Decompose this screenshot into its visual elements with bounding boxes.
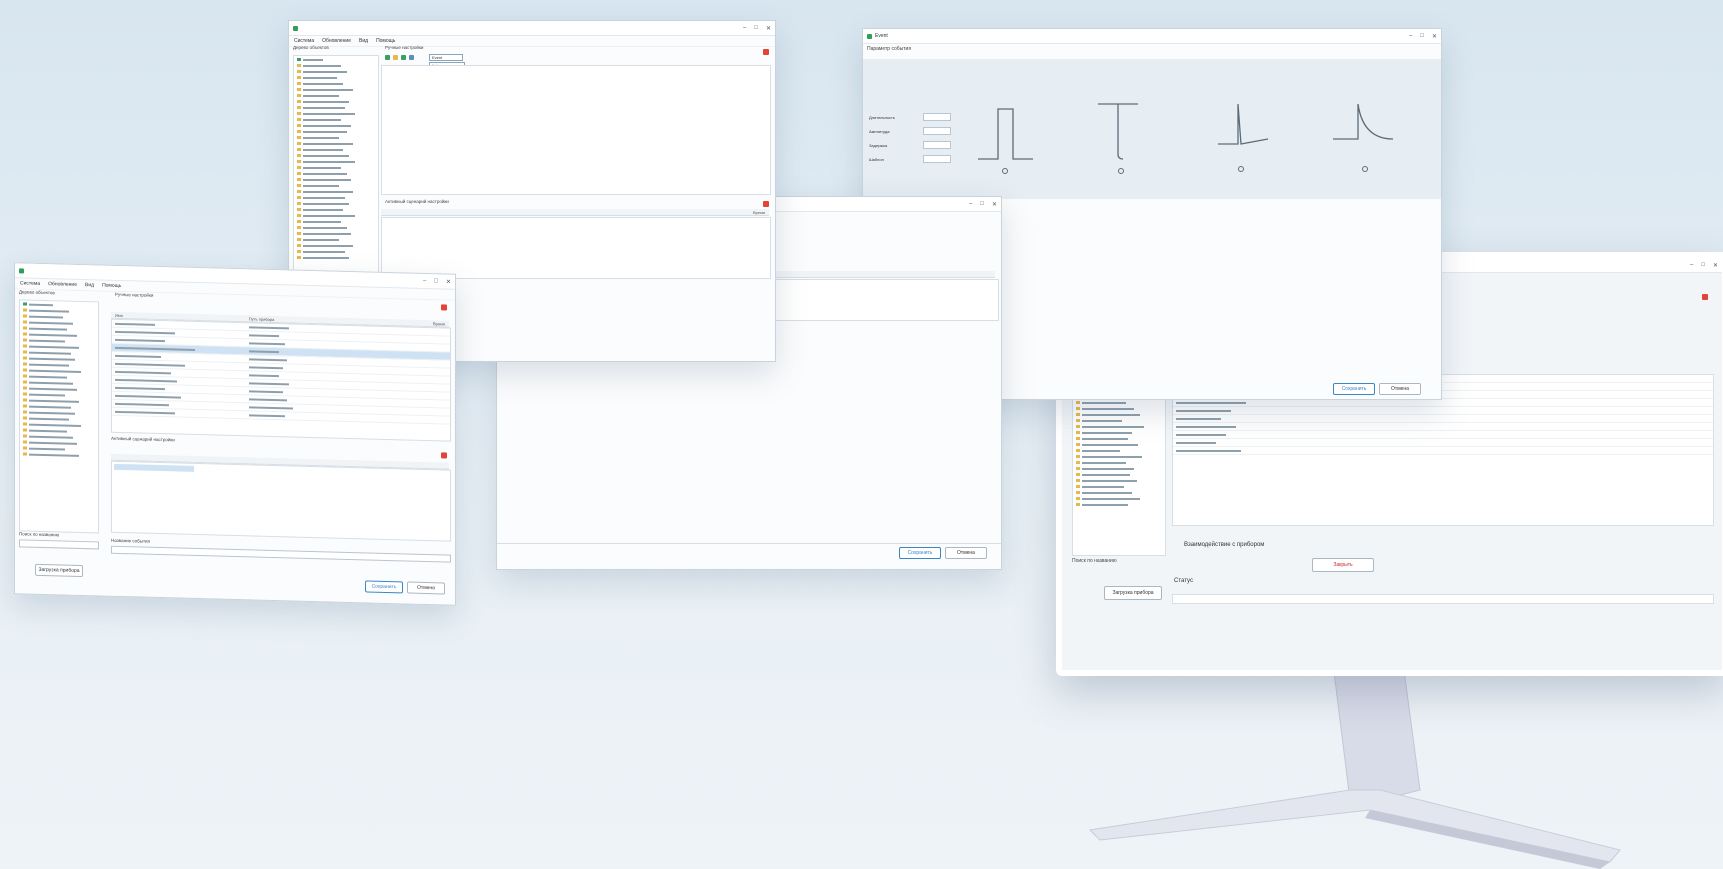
field-label-duration: Длительность <box>869 115 895 120</box>
maximize-icon[interactable]: □ <box>1701 262 1705 269</box>
tree-panel-title: Дерево объектов <box>293 45 329 50</box>
cancel-button[interactable]: Отмена <box>407 581 445 595</box>
app-icon <box>293 25 298 31</box>
settings-panel-title: Ручные настройки <box>385 45 424 50</box>
col-path: Путь прибора <box>248 315 275 322</box>
scene: – □ ✕ Взаимодействие с прибором Закрыть … <box>0 0 1723 869</box>
minimize-icon[interactable]: – <box>1409 33 1412 40</box>
save-button[interactable]: Сохранить <box>365 580 403 594</box>
center-grid[interactable] <box>747 279 999 321</box>
load-device-button[interactable]: Загрузка прибора <box>1104 586 1162 600</box>
delete-icon[interactable] <box>441 304 447 311</box>
tree-panel-title: Дерево объектов <box>19 289 55 296</box>
cancel-button[interactable]: Отмена <box>1379 383 1421 395</box>
minimize-icon[interactable]: – <box>1690 262 1693 269</box>
event-name-label: Название события <box>111 537 150 544</box>
status-label: Статус <box>1174 578 1193 584</box>
center-grid-header <box>747 271 995 278</box>
load-device-button[interactable]: Загрузка прибора <box>35 563 83 578</box>
menu-help[interactable]: Помощь <box>376 38 395 44</box>
close-icon[interactable]: ✕ <box>992 201 997 208</box>
maximize-icon[interactable]: □ <box>754 25 758 32</box>
menu-update[interactable]: Обновление <box>48 281 77 288</box>
window-title: Event <box>875 33 888 39</box>
maximize-icon[interactable]: □ <box>980 201 984 208</box>
search-label: Поиск по названию <box>1072 558 1117 564</box>
app-icon <box>867 33 872 39</box>
save-button[interactable]: Сохранить <box>1333 383 1375 395</box>
scenario-grid-header: Время <box>381 209 769 216</box>
main-toolbar <box>385 55 414 60</box>
section-title: Параметр события <box>867 46 912 52</box>
phase-select[interactable]: Event <box>429 54 463 61</box>
settings-panel-title: Ручные настройки <box>115 291 154 298</box>
waveform-panel: Длительность Амплитуда Задержка Шаблон <box>863 59 1441 199</box>
minimize-icon[interactable]: – <box>969 201 972 208</box>
close-icon[interactable]: ✕ <box>1432 33 1437 40</box>
search-label: Поиск по названию <box>19 531 60 538</box>
col-time: Время <box>432 320 445 326</box>
search-input[interactable] <box>19 539 99 550</box>
minimize-icon[interactable]: – <box>743 25 746 32</box>
minimize-icon[interactable]: – <box>423 277 426 284</box>
scenario-panel-title: Активный сценарий настройки <box>111 435 175 443</box>
status-field <box>1172 594 1714 604</box>
menu-system[interactable]: Система <box>294 38 314 44</box>
left-object-tree[interactable] <box>19 299 99 534</box>
maximize-icon[interactable]: □ <box>434 278 438 285</box>
delay-input[interactable] <box>923 141 951 149</box>
delete-icon[interactable] <box>441 452 447 459</box>
field-label-template: Шаблон <box>869 157 884 162</box>
delete-icon[interactable] <box>763 49 769 55</box>
close-icon[interactable]: ✕ <box>1713 262 1718 269</box>
main-menubar: Система Обновление Вид Помощь <box>289 36 775 47</box>
time-column-header: Время <box>752 209 765 215</box>
menu-system[interactable]: Система <box>20 280 40 287</box>
close-button[interactable]: Закрыть <box>1312 558 1374 572</box>
menu-view[interactable]: Вид <box>359 38 368 44</box>
field-label-delay: Задержка <box>869 143 888 148</box>
delete-icon[interactable] <box>1702 294 1708 300</box>
play-icon[interactable] <box>401 55 406 60</box>
left-window: – □ ✕ Система Обновление Вид Помощь Дерево… <box>14 262 456 606</box>
duration-input[interactable] <box>923 113 951 121</box>
waveform-shapes <box>978 103 1394 174</box>
col-name: Имя <box>115 312 123 318</box>
event-name-input[interactable] <box>111 545 451 563</box>
app-icon <box>19 267 24 273</box>
save-button[interactable]: Сохранить <box>899 547 941 559</box>
cancel-button[interactable]: Отмена <box>945 547 987 559</box>
maximize-icon[interactable]: □ <box>1420 33 1424 40</box>
close-icon[interactable]: ✕ <box>766 25 771 32</box>
add-icon[interactable] <box>385 55 390 60</box>
monitor-object-tree[interactable] <box>1072 374 1166 556</box>
scenario-panel-title: Активный сценарий настройки <box>385 199 449 204</box>
amplitude-input[interactable] <box>923 127 951 135</box>
device-grid[interactable] <box>111 318 451 442</box>
scenario-grid[interactable] <box>111 460 451 542</box>
field-label-amplitude: Амплитуда <box>869 129 890 134</box>
menu-help[interactable]: Помощь <box>102 283 121 290</box>
template-input[interactable] <box>923 155 951 163</box>
delete-icon[interactable] <box>763 201 769 207</box>
scenario-grid[interactable] <box>381 217 771 279</box>
menu-view[interactable]: Вид <box>85 282 94 288</box>
menu-update[interactable]: Обновление <box>322 38 351 44</box>
close-icon[interactable]: ✕ <box>446 278 451 285</box>
folder-icon[interactable] <box>393 55 398 60</box>
interaction-group-title: Взаимодействие с прибором <box>1184 542 1265 548</box>
settings-grid[interactable] <box>381 65 771 195</box>
refresh-icon[interactable] <box>409 55 414 60</box>
